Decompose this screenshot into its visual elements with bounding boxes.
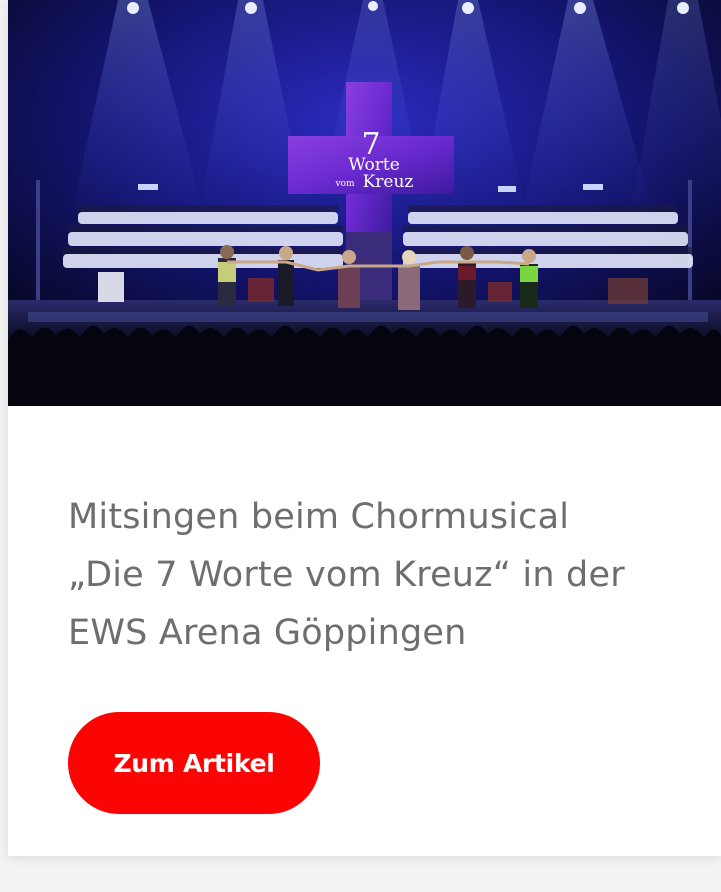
- title-line: „Die 7 Worte vom Kreuz“ in der: [68, 555, 625, 595]
- title-line: Mitsingen beim Chormusical: [68, 497, 570, 537]
- stage-photo-graphic: 7 Worte vom Kreuz: [8, 0, 721, 406]
- article-image[interactable]: 7 Worte vom Kreuz: [8, 0, 721, 406]
- screen-word-kreuz: Kreuz: [363, 172, 414, 192]
- article-title[interactable]: Mitsingen beim Chormusical „Die 7 Worte …: [68, 488, 668, 662]
- article-card[interactable]: 7 Worte vom Kreuz Mitsingen beim Chormus…: [8, 0, 721, 856]
- article-text: Mitsingen beim Chormusical „Die 7 Worte …: [68, 488, 668, 662]
- read-article-button[interactable]: Zum Artikel: [68, 712, 320, 814]
- screen-word-vom: vom: [334, 179, 355, 189]
- title-line: EWS Arena Göppingen: [68, 613, 467, 653]
